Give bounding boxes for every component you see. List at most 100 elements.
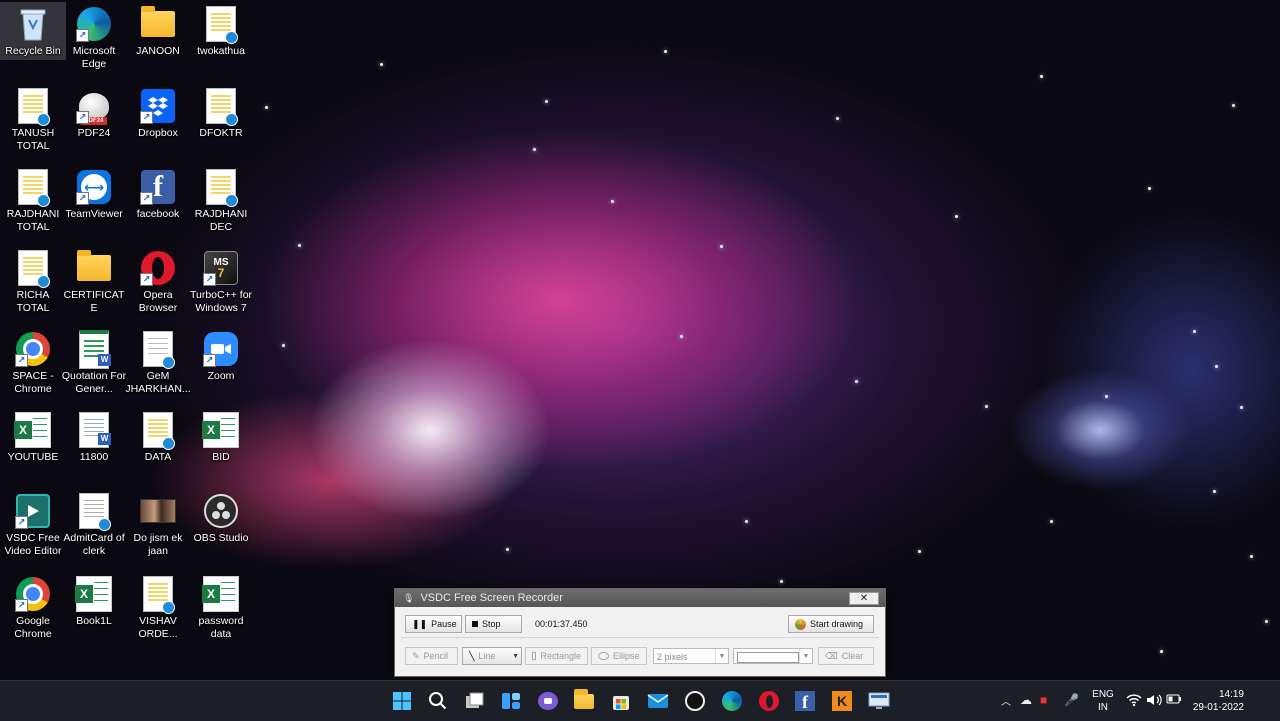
chevron-down-icon[interactable]: ▼ <box>512 648 519 666</box>
shortcut-arrow-icon: ↗ <box>15 516 28 529</box>
desktop-icon-gem-jharkhand[interactable]: GeM JHARKHAN... <box>125 327 191 396</box>
rectangle-tool-button[interactable]: Rectangle <box>525 647 588 665</box>
microphone-icon[interactable]: 🎤 <box>1064 693 1079 707</box>
desktop-icon-label: Do jism ek jaan <box>133 532 183 557</box>
ellipse-tool-button[interactable]: Ellipse <box>591 647 647 665</box>
kinemaster-icon[interactable]: K <box>830 689 854 713</box>
desktop-icon-admitcard[interactable]: AdmitCard of clerk <box>61 489 127 558</box>
desktop-icon-book1l[interactable]: X Book1L <box>61 572 127 628</box>
volume-icon[interactable] <box>1146 693 1162 710</box>
desktop-icon-label: PDF24 <box>77 127 111 139</box>
desktop-icon-label: facebook <box>136 208 180 220</box>
desktop-icon-label: Quotation For Gener... <box>61 370 127 395</box>
stop-button[interactable]: Stop <box>465 615 522 633</box>
desktop-icon-richa-total[interactable]: RICHA TOTAL <box>0 246 66 315</box>
input-language-indicator[interactable]: ENG IN <box>1092 688 1114 714</box>
vsdc-icon: ↗ <box>15 493 51 529</box>
edge-icon[interactable] <box>720 689 744 713</box>
desktop-icon-facebook[interactable]: f ↗ facebook <box>125 165 191 221</box>
language-code: ENG <box>1092 689 1114 700</box>
desktop-icon-janoon[interactable]: JANOON <box>125 2 191 58</box>
desktop-icon-label: VISHAV ORDE... <box>138 615 178 640</box>
desktop-icon-bid[interactable]: X BID <box>188 408 254 464</box>
widgets-icon[interactable] <box>499 689 523 713</box>
antivirus-icon[interactable]: ■ <box>1040 693 1047 707</box>
onedrive-icon[interactable]: ☁ <box>1020 693 1032 707</box>
desktop-icon-quotation[interactable]: W Quotation For Gener... <box>61 327 127 396</box>
recorder-titlebar[interactable]: 🎙 VSDC Free Screen Recorder ✕ <box>395 589 885 607</box>
ellipse-label: Ellipse <box>613 651 640 661</box>
pdf24-icon: PDF24 ↗ <box>76 88 112 125</box>
desktop-icon-dfoktr[interactable]: DFOKTR <box>188 84 254 140</box>
line-tool-dropdown[interactable]: ╲ Line ▼ <box>462 647 522 665</box>
line-icon: ╲ <box>469 651 475 661</box>
clock[interactable]: 14:19 29-01-2022 <box>1190 688 1244 714</box>
eraser-icon: ⌫ <box>825 651 838 661</box>
store-icon[interactable] <box>609 689 633 713</box>
desktop-icon-password-data[interactable]: X password data <box>188 572 254 641</box>
desktop-icon-do-jism-ek-jaan[interactable]: Do jism ek jaan <box>125 489 191 558</box>
task-view-icon[interactable] <box>463 689 487 713</box>
desktop-icon-google-chrome[interactable]: ↗ Google Chrome <box>0 572 66 641</box>
recycle-bin-icon <box>15 6 51 42</box>
desktop-icon-vishav-orde[interactable]: VISHAV ORDE... <box>125 572 191 641</box>
desktop-icon-microsoft-edge[interactable]: ↗ Microsoft Edge <box>61 2 127 71</box>
desktop-icon-tanush-total[interactable]: TANUSH TOTAL <box>0 84 66 153</box>
desktop-icon-youtube[interactable]: X YOUTUBE <box>0 408 66 464</box>
search-icon[interactable] <box>426 689 450 713</box>
pencil-tool-button[interactable]: ✎ Pencil <box>405 647 458 665</box>
obs-icon[interactable] <box>683 689 707 713</box>
desktop-icon-rajdhani-total[interactable]: RAJDHANI TOTAL <box>0 165 66 234</box>
mail-icon[interactable] <box>646 689 670 713</box>
desktop-icon-turbocpp[interactable]: MS 7 ↗ TurboC++ for Windows 7 <box>188 246 254 315</box>
document-icon <box>203 6 239 44</box>
close-button[interactable]: ✕ <box>849 592 879 605</box>
screen-recorder-window[interactable]: 🎙 VSDC Free Screen Recorder ✕ ❚❚ Pause Sto… <box>394 588 886 677</box>
battery-icon[interactable] <box>1166 693 1182 708</box>
line-label: Line <box>478 651 496 661</box>
desktop-icon-twokathua[interactable]: twokathua <box>188 2 254 58</box>
desktop-icon-label: Book1L <box>76 615 112 627</box>
desktop-icon-zoom[interactable]: ↗ Zoom <box>188 327 254 383</box>
desktop-icon-teamviewer[interactable]: ⟷ ↗ TeamViewer <box>61 165 127 221</box>
desktop-icon-11800[interactable]: W 11800 <box>61 408 127 464</box>
start-drawing-button[interactable]: Start drawing <box>788 615 874 633</box>
desktop-icon-opera[interactable]: ↗ Opera Browser <box>125 246 191 315</box>
pause-button[interactable]: ❚❚ Pause <box>405 615 462 633</box>
desktop-icon-label: DFOKTR <box>199 127 243 139</box>
shortcut-arrow-icon: ↗ <box>140 273 153 286</box>
desktop-icon-rajdhani-dec[interactable]: RAJDHANI DEC <box>188 165 254 234</box>
clear-button[interactable]: ⌫ Clear <box>818 647 874 665</box>
file-explorer-icon[interactable] <box>572 688 596 713</box>
desktop-icon-obs-studio[interactable]: OBS Studio <box>188 489 254 545</box>
desktop-icon-certificate[interactable]: CERTIFICATE <box>61 246 127 315</box>
palette-icon <box>795 618 806 630</box>
desktop-icon-pdf24[interactable]: PDF24 ↗ PDF24 <box>61 84 127 140</box>
region-code: IN <box>1098 702 1108 713</box>
remote-desktop-icon[interactable] <box>867 689 891 713</box>
shortcut-arrow-icon: ↗ <box>203 354 216 367</box>
wifi-icon[interactable] <box>1126 693 1142 710</box>
chrome-icon: ↗ <box>15 576 51 612</box>
desktop-icon-space-chrome[interactable]: ↗ SPACE - Chrome <box>0 327 66 396</box>
show-hidden-icons-chevron-icon[interactable]: ︿ <box>1001 693 1011 708</box>
rectangle-label: Rectangle <box>540 651 581 661</box>
opera-icon[interactable] <box>757 689 781 713</box>
stroke-width-select[interactable]: 2 pixels ▼ <box>653 648 729 664</box>
desktop-icon-vsdc-editor[interactable]: ↗ VSDC Free Video Editor <box>0 489 66 558</box>
desktop-icon-label: CERTIFICATE <box>63 289 125 314</box>
desktop-icon-recycle-bin[interactable]: Recycle Bin <box>0 2 66 60</box>
color-select[interactable]: ▼ <box>733 648 813 664</box>
facebook-icon[interactable]: f <box>793 689 817 713</box>
chat-icon[interactable] <box>536 689 560 713</box>
microphone-icon: 🎙 <box>403 593 415 603</box>
taskbar: f K ︿ ☁ ■ 🎤 ENG IN 14:19 29-01-2022 <box>0 680 1280 721</box>
desktop-icon-label: Zoom <box>207 370 235 382</box>
document-icon <box>15 88 51 126</box>
desktop-icon-label: RAJDHANI DEC <box>194 208 248 233</box>
desktop-icon-dropbox[interactable]: ↗ Dropbox <box>125 84 191 140</box>
windows-start-icon[interactable] <box>390 689 414 713</box>
desktop-icon-data[interactable]: DATA <box>125 408 191 464</box>
desktop-icon-label: BID <box>212 451 230 463</box>
recorder-title: VSDC Free Screen Recorder <box>420 592 563 604</box>
